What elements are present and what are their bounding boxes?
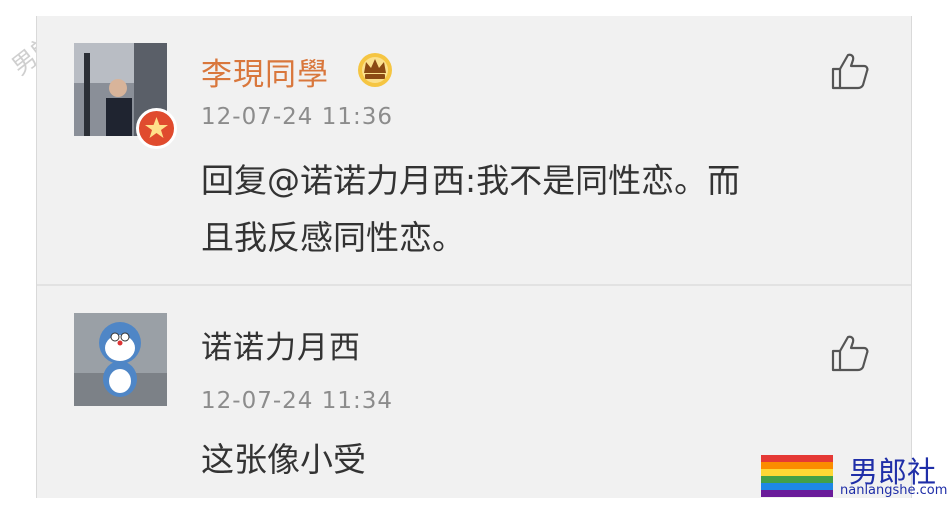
comment-username[interactable]: 李現同學 (201, 49, 329, 94)
avatar[interactable] (74, 313, 167, 406)
flag-stripe (761, 469, 833, 476)
comment-username[interactable]: 诺诺力月西 (201, 322, 361, 367)
comment-timestamp: 12-07-24 11:36 (201, 104, 393, 130)
comment-text: 回复@诺诺力月西:我不是同性恋。而 且我反感同性恋。 (201, 152, 891, 266)
comment-timestamp: 12-07-24 11:34 (201, 388, 393, 414)
flag-stripe (761, 490, 833, 497)
flag-stripe (761, 455, 833, 462)
comment-text-line: 且我反感同性恋。 (201, 218, 465, 257)
comment-text-line: 回复@诺诺力月西:我不是同性恋。而 (201, 161, 741, 200)
rainbow-flag-icon (761, 455, 833, 497)
thumbs-up-icon[interactable] (829, 50, 871, 92)
logo-url: nanlangshe.com (840, 483, 948, 498)
site-logo: 男郎社 nanlangshe.com (761, 455, 951, 501)
flag-stripe (761, 476, 833, 483)
flag-stripe (761, 483, 833, 490)
comment-item: 李現同學 12-07-24 11:36 回复@诺诺力月西:我不是同性恋。而 且我… (37, 16, 911, 284)
flag-stripe (761, 462, 833, 469)
thumbs-up-icon[interactable] (829, 332, 871, 374)
verified-v-icon (136, 108, 177, 149)
comment-list: 李現同學 12-07-24 11:36 回复@诺诺力月西:我不是同性恋。而 且我… (36, 16, 912, 498)
crown-icon (355, 49, 395, 89)
comment-divider (37, 284, 911, 286)
